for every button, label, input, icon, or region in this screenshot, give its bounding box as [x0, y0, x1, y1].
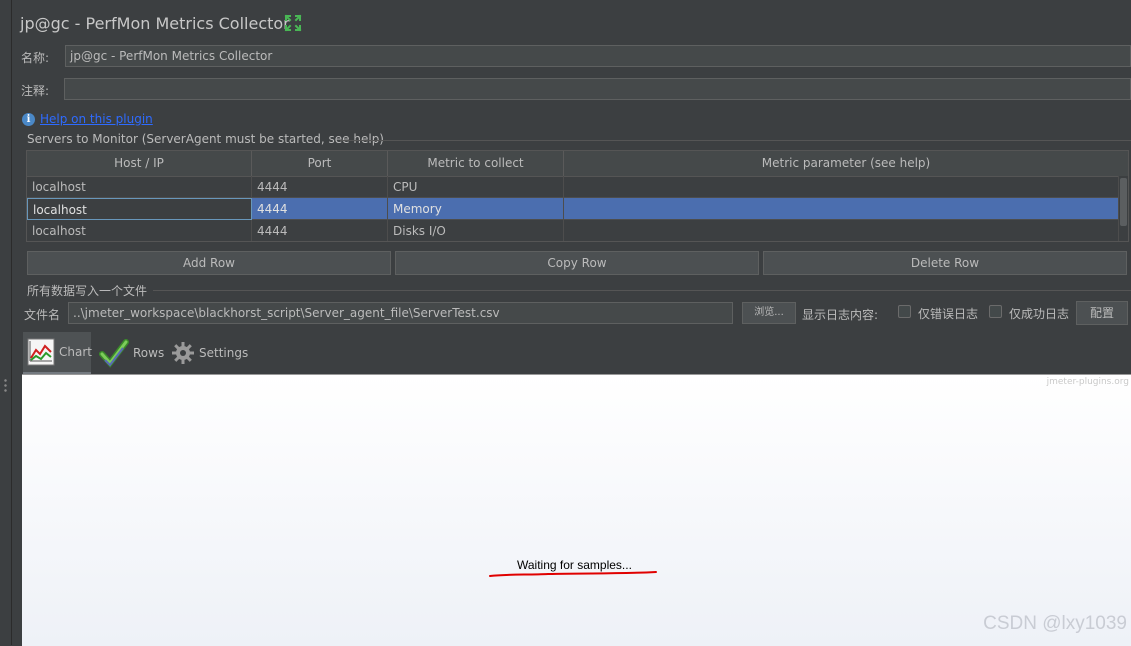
filename-label: 文件名 [24, 308, 61, 322]
cell-host[interactable]: localhost [27, 220, 252, 241]
comment-label: 注释: [21, 84, 50, 98]
expand-arrows-icon[interactable] [284, 14, 302, 32]
gear-icon [171, 341, 195, 365]
column-header-port[interactable]: Port [252, 151, 388, 176]
browse-button[interactable]: 浏览... [742, 302, 796, 324]
tab-rows-label: Rows [133, 346, 165, 360]
tab-chart[interactable]: Chart [23, 332, 92, 374]
cell-metric[interactable]: Memory [388, 198, 564, 220]
cell-parameter[interactable] [564, 176, 1119, 198]
servers-group-title: Servers to Monitor (ServerAgent must be … [27, 132, 384, 146]
info-icon: i [22, 113, 35, 126]
configure-button[interactable]: 配置 [1076, 301, 1128, 325]
log-content-label: 显示日志内容: [802, 308, 879, 322]
help-link[interactable]: Help on this plugin [40, 112, 153, 126]
tab-chart-label: Chart [59, 345, 92, 359]
delete-row-button[interactable]: Delete Row [763, 251, 1127, 275]
plugin-site-watermark: jmeter-plugins.org [1046, 377, 1129, 387]
tab-bar: Chart Rows Settings [20, 332, 1131, 374]
errors-only-checkbox[interactable] [898, 305, 911, 318]
tab-settings[interactable]: Settings [167, 332, 249, 374]
comment-input[interactable] [64, 78, 1131, 100]
table-row-selected[interactable]: localhost 4444 Memory [27, 198, 1119, 220]
filename-input[interactable]: ..\jmeter_workspace\blackhorst_script\Se… [68, 302, 733, 324]
group-divider [340, 140, 1131, 141]
table-row[interactable]: localhost 4444 Disks I/O [27, 220, 1119, 241]
cell-metric[interactable]: Disks I/O [388, 220, 564, 241]
left-splitter[interactable] [0, 0, 12, 645]
table-header: Host / IP Port Metric to collect Metric … [27, 151, 1128, 177]
cell-host[interactable]: localhost [27, 198, 252, 220]
splitter-grip-icon[interactable] [4, 378, 7, 392]
file-group-title: 所有数据写入一个文件 [27, 284, 148, 298]
success-only-checkbox[interactable] [989, 305, 1002, 318]
tab-settings-label: Settings [199, 346, 249, 360]
tab-rows[interactable]: Rows [95, 332, 165, 374]
table-scrollbar[interactable] [1119, 176, 1128, 241]
table-row[interactable]: localhost 4444 CPU [27, 176, 1119, 198]
add-row-button[interactable]: Add Row [27, 251, 391, 275]
cell-parameter[interactable] [564, 198, 1119, 220]
name-label: 名称: [21, 51, 50, 65]
cell-port[interactable]: 4444 [252, 220, 388, 241]
cell-host[interactable]: localhost [27, 176, 252, 198]
servers-table[interactable]: Host / IP Port Metric to collect Metric … [26, 150, 1129, 242]
cell-parameter[interactable] [564, 220, 1119, 241]
copy-row-button[interactable]: Copy Row [395, 251, 759, 275]
cell-metric[interactable]: CPU [388, 176, 564, 198]
group-divider [153, 290, 1131, 291]
page-title: jp@gc - PerfMon Metrics Collector [20, 14, 290, 33]
column-header-parameter[interactable]: Metric parameter (see help) [564, 151, 1128, 176]
column-header-host[interactable]: Host / IP [27, 151, 252, 176]
success-only-label[interactable]: 仅成功日志 [1009, 305, 1069, 322]
cell-port[interactable]: 4444 [252, 176, 388, 198]
line-chart-icon [27, 338, 55, 366]
chart-panel[interactable] [22, 374, 1131, 646]
cell-port[interactable]: 4444 [252, 198, 388, 220]
red-underline-annotation [488, 570, 660, 580]
checkmark-icon [99, 338, 129, 368]
scrollbar-thumb[interactable] [1120, 178, 1127, 226]
csdn-watermark: CSDN @lxy1039 [983, 613, 1127, 634]
errors-only-label[interactable]: 仅错误日志 [918, 305, 978, 322]
column-header-metric[interactable]: Metric to collect [388, 151, 564, 176]
name-input[interactable]: jp@gc - PerfMon Metrics Collector [65, 45, 1131, 67]
